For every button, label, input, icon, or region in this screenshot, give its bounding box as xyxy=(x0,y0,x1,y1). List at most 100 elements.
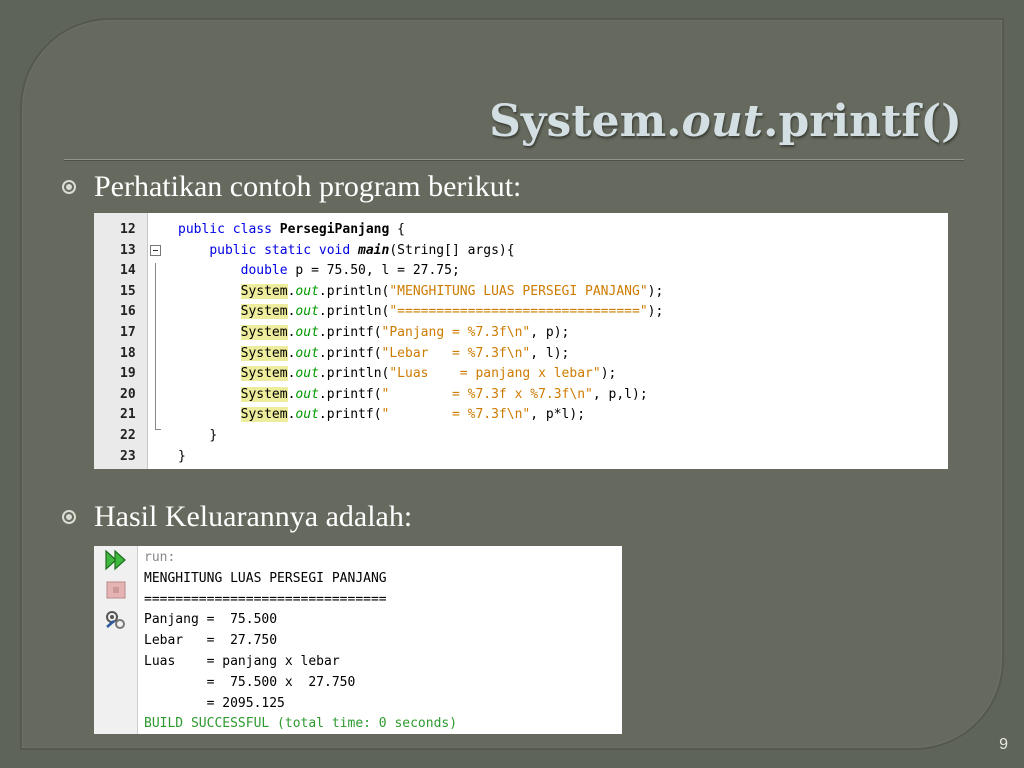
code-token: , p*l); xyxy=(530,407,586,423)
code-token: public class xyxy=(178,222,280,237)
bullet-circle-icon xyxy=(62,510,76,524)
line-number: 22 xyxy=(120,427,136,443)
code-token: .println( xyxy=(318,304,390,320)
bullet-1-text: Perhatikan contoh program berikut: xyxy=(94,170,522,203)
code-line: System.out.println("Luas = panjang x leb… xyxy=(178,364,948,385)
line-number: 15 xyxy=(120,283,136,299)
code-line: public class PersegiPanjang { xyxy=(178,220,948,241)
output-text: run: MENGHITUNG LUAS PERSEGI PANJANG =====… xyxy=(138,546,622,734)
settings-icon[interactable] xyxy=(103,608,129,632)
line-number: 18 xyxy=(120,345,136,361)
code-line: public static void main(String[] args){ xyxy=(178,241,948,262)
code-token: "===============================" xyxy=(389,304,648,320)
bullet-2: Hasil Keluarannya adalah: xyxy=(62,500,412,534)
line-number: 12 xyxy=(120,222,136,237)
line-number: 16 xyxy=(120,304,136,320)
code-token: .printf( xyxy=(318,386,382,402)
code-token: main xyxy=(358,242,390,258)
code-line: } xyxy=(178,447,948,468)
code-token: } xyxy=(178,448,186,464)
code-token: ); xyxy=(600,366,617,382)
code-token: " = %7.3f\n" xyxy=(381,407,531,423)
code-line: System.out.println("====================… xyxy=(178,302,948,323)
stop-icon[interactable] xyxy=(103,578,129,602)
code-token: , p,l); xyxy=(592,386,648,402)
code-token: out xyxy=(295,386,319,402)
code-token: out xyxy=(295,345,319,361)
code-token: System xyxy=(240,304,288,320)
code-token: System xyxy=(240,366,288,382)
code-line: double p = 75.50, l = 27.75; xyxy=(178,261,948,282)
code-line: System.out.printf("Panjang = %7.3f\n", p… xyxy=(178,323,948,344)
code-token: , l); xyxy=(530,345,570,361)
code-token: { xyxy=(389,222,405,237)
title-divider xyxy=(64,159,964,161)
line-number: 21 xyxy=(120,407,136,423)
code-editor: 12 13 14 15 16 17 18 19 20 21 22 23 public class Pe… xyxy=(94,213,948,469)
output-toolbar xyxy=(94,546,138,734)
code-token: System xyxy=(240,407,288,423)
code-line: System.out.printf("Lebar = %7.3f\n", l); xyxy=(178,344,948,365)
code-token: public static void xyxy=(209,242,359,258)
code-token: out xyxy=(295,324,319,340)
output-line: Panjang = 75.500 xyxy=(144,612,278,628)
line-number: 14 xyxy=(120,263,136,279)
code-token: .printf( xyxy=(318,345,382,361)
code-token: "MENGHITUNG LUAS PERSEGI PANJANG" xyxy=(389,283,648,299)
code-token: .println( xyxy=(318,283,390,299)
code-token: p = 75.50, l = 27.75; xyxy=(287,263,460,279)
fold-toggle-icon[interactable] xyxy=(150,244,161,256)
code-line: System.out.println("MENGHITUNG LUAS PERS… xyxy=(178,282,948,303)
code-token: System xyxy=(240,345,288,361)
code-token: out xyxy=(295,366,319,382)
code-token: .println( xyxy=(318,366,390,382)
run-again-icon[interactable] xyxy=(103,548,129,572)
title-printf: .printf() xyxy=(763,96,962,147)
bullet-1: Perhatikan contoh program berikut: xyxy=(62,170,521,204)
code-token: "Lebar = %7.3f\n" xyxy=(381,345,531,361)
line-number: 17 xyxy=(120,324,136,340)
code-token: " = %7.3f x %7.3f\n" xyxy=(381,386,593,402)
code-token: ); xyxy=(647,304,664,320)
output-line: = 75.500 x 27.750 xyxy=(144,674,356,690)
code-line: System.out.printf(" = %7.3f\n", p*l); xyxy=(178,405,948,426)
code-token: System xyxy=(240,324,288,340)
code-token: .printf( xyxy=(318,324,382,340)
line-number-gutter: 12 13 14 15 16 17 18 19 20 21 22 23 xyxy=(94,213,148,469)
code-token: } xyxy=(209,427,218,443)
code-token: double xyxy=(240,263,288,279)
output-line: Lebar = 27.750 xyxy=(144,633,278,649)
code-token: out xyxy=(295,304,319,320)
fold-guide xyxy=(155,263,161,430)
output-line: BUILD SUCCESSFUL (total time: 0 seconds) xyxy=(144,716,458,732)
code-token: PersegiPanjang xyxy=(279,222,390,237)
output-line: run: xyxy=(144,550,176,565)
page-number: 9 xyxy=(999,736,1008,753)
code-token: .printf( xyxy=(318,407,382,423)
code-token: out xyxy=(295,407,319,423)
code-token: "Luas = panjang x lebar" xyxy=(389,366,601,382)
code-token: , p); xyxy=(530,324,570,340)
title-system: System. xyxy=(489,96,682,147)
code-area: public class PersegiPanjang { public sta… xyxy=(148,213,948,469)
output-window: run: MENGHITUNG LUAS PERSEGI PANJANG =====… xyxy=(94,546,622,734)
slide-title: System.out.printf() xyxy=(489,96,962,147)
line-number: 20 xyxy=(120,386,136,402)
line-number: 13 xyxy=(120,242,136,258)
code-token: System xyxy=(240,283,288,299)
output-line: Luas = panjang x lebar xyxy=(144,653,340,669)
output-line: MENGHITUNG LUAS PERSEGI PANJANG xyxy=(144,570,387,586)
code-token: "Panjang = %7.3f\n" xyxy=(381,324,531,340)
line-number: 19 xyxy=(120,366,136,382)
title-out: out xyxy=(681,96,764,147)
output-line: =============================== xyxy=(144,591,387,607)
output-line: = 2095.125 xyxy=(144,695,285,711)
code-line: } xyxy=(178,426,948,447)
